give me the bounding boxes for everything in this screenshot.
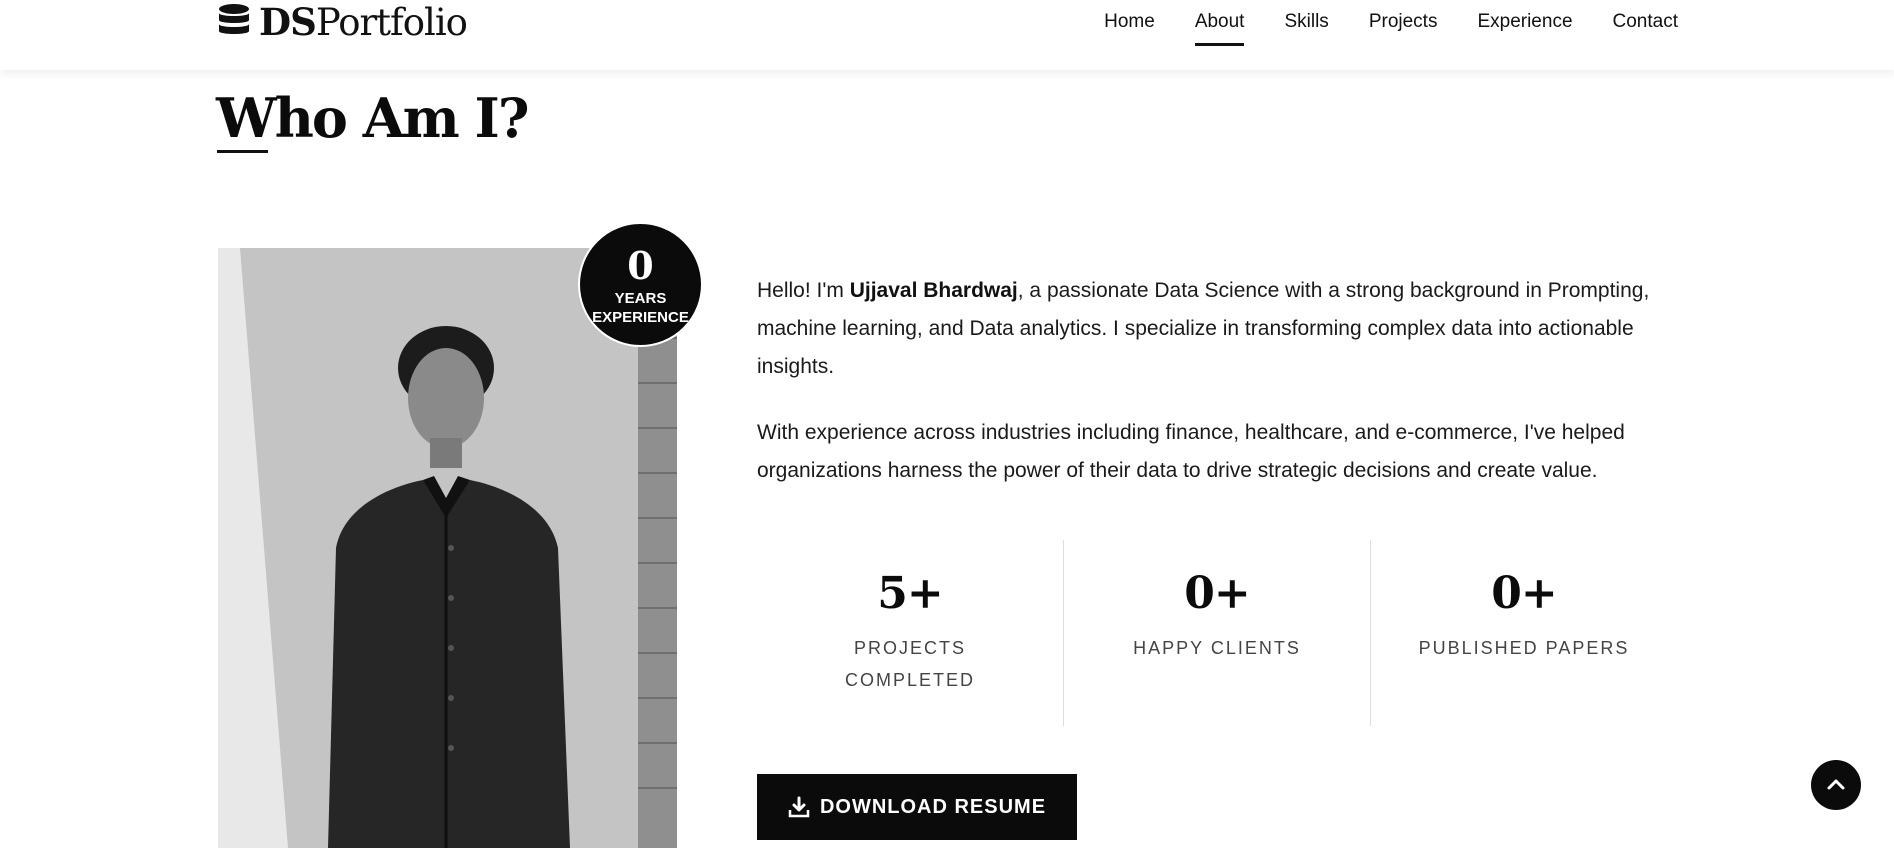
bio-name: Ujjaval Bhardwaj [849, 279, 1018, 302]
nav-link-skills[interactable]: Skills [1284, 0, 1328, 44]
bio-greeting: Hello! I'm [757, 279, 850, 302]
download-resume-button[interactable]: DOWNLOAD RESUME [757, 774, 1077, 840]
stat-number: 0+ [1491, 568, 1557, 619]
experience-badge-line2: EXPERIENCE [592, 308, 689, 326]
nav-link-about[interactable]: About [1194, 0, 1244, 46]
stat-papers: 0+ PUBLISHED PAPERS [1370, 540, 1677, 726]
experience-years-number: 0 [627, 242, 654, 288]
download-resume-label: DOWNLOAD RESUME [819, 795, 1047, 818]
bio: Hello! I'm Ujjaval Bhardwaj, a passionat… [757, 272, 1677, 518]
download-icon [788, 796, 810, 818]
chevron-up-icon [1825, 774, 1847, 796]
stat-label: PUBLISHED PAPERS [1418, 638, 1630, 658]
scroll-to-top-button[interactable] [1811, 760, 1861, 810]
stat-clients: 0+ HAPPY CLIENTS [1063, 540, 1370, 726]
nav-link-experience[interactable]: Experience [1477, 0, 1572, 44]
nav-link-contact[interactable]: Contact [1613, 0, 1678, 44]
experience-badge: 0 YEARS EXPERIENCE [578, 222, 703, 347]
database-icon [217, 3, 251, 41]
experience-badge-label: YEARS EXPERIENCE [592, 289, 689, 327]
section-title: Who Am I? [216, 86, 529, 150]
main-nav: Home About Skills Projects Experience Co… [1104, 0, 1678, 46]
stat-label: HAPPY CLIENTS [1133, 638, 1301, 658]
navbar: DS Portfolio Home About Skills Projects E… [0, 0, 1894, 70]
stats-row: 5+ PROJECTS COMPLETED 0+ HAPPY CLIENTS 0… [757, 540, 1677, 726]
experience-badge-line1: YEARS [614, 289, 667, 307]
nav-link-home[interactable]: Home [1104, 0, 1155, 44]
stat-projects: 5+ PROJECTS COMPLETED [757, 540, 1063, 726]
brand-name-regular: Portfolio [315, 0, 468, 44]
brand-name-bold: DS [259, 0, 317, 44]
bio-paragraph-2: With experience across industries includ… [757, 421, 1625, 482]
stat-number: 0+ [1184, 568, 1250, 619]
stat-number: 5+ [877, 568, 943, 619]
brand-logo[interactable]: DS Portfolio [217, 0, 468, 44]
nav-link-projects[interactable]: Projects [1369, 0, 1438, 44]
bio-paragraph-1: Hello! I'm Ujjaval Bhardwaj, a passionat… [757, 272, 1677, 386]
title-underline [217, 150, 268, 153]
stat-label: PROJECTS COMPLETED [844, 638, 976, 690]
